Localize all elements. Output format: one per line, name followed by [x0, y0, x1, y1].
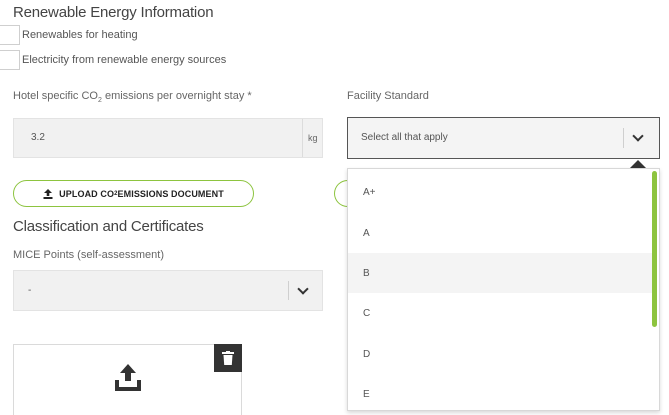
image-upload-area[interactable] — [13, 344, 242, 415]
upload-co2-document-button[interactable]: UPLOAD CO 2 EMISSIONS DOCUMENT — [13, 180, 254, 207]
classification-section-title: Classification and Certificates — [13, 218, 204, 235]
upload-icon — [43, 188, 53, 199]
checkbox-box[interactable] — [0, 25, 20, 45]
chevron-down-icon[interactable] — [632, 130, 644, 142]
checkbox-renewables-heating[interactable]: Renewables for heating — [0, 25, 138, 45]
co2-unit-label: kg — [308, 133, 318, 143]
renewable-section-title: Renewable Energy Information — [13, 4, 214, 21]
mice-points-select[interactable]: - — [13, 270, 323, 311]
co2-emissions-value: 3.2 — [31, 132, 45, 143]
dropdown-option-c[interactable]: C — [348, 293, 653, 333]
dropdown-option-a[interactable]: A — [348, 213, 653, 253]
checkbox-label: Renewables for heating — [22, 29, 138, 41]
facility-standard-dropdown[interactable]: A+ A B C D E — [347, 168, 660, 411]
dropdown-option-d[interactable]: D — [348, 334, 653, 374]
mice-points-value: - — [28, 285, 32, 296]
dropdown-option-e[interactable]: E — [348, 374, 653, 410]
dropdown-caret — [630, 160, 646, 168]
chevron-down-icon[interactable] — [297, 283, 309, 295]
facility-standard-select[interactable]: Select all that apply — [347, 117, 660, 159]
checkbox-box[interactable] — [0, 50, 20, 70]
facility-standard-label: Facility Standard — [347, 90, 429, 102]
mice-points-label: MICE Points (self-assessment) — [13, 249, 164, 261]
upload-icon — [115, 364, 141, 391]
dropdown-option-b[interactable]: B — [348, 253, 653, 293]
trash-icon — [222, 351, 234, 365]
checkbox-label: Electricity from renewable energy source… — [22, 54, 227, 66]
dropdown-scrollbar[interactable] — [652, 171, 657, 327]
dropdown-option-a-plus[interactable]: A+ — [348, 172, 653, 212]
delete-button[interactable] — [214, 344, 242, 372]
facility-standard-placeholder: Select all that apply — [361, 132, 448, 143]
checkbox-renewable-electricity[interactable]: Electricity from renewable energy source… — [0, 50, 226, 70]
co2-emissions-input[interactable]: 3.2 kg — [13, 118, 323, 158]
co2-emissions-label: Hotel specific CO2 emissions per overnig… — [13, 90, 252, 105]
